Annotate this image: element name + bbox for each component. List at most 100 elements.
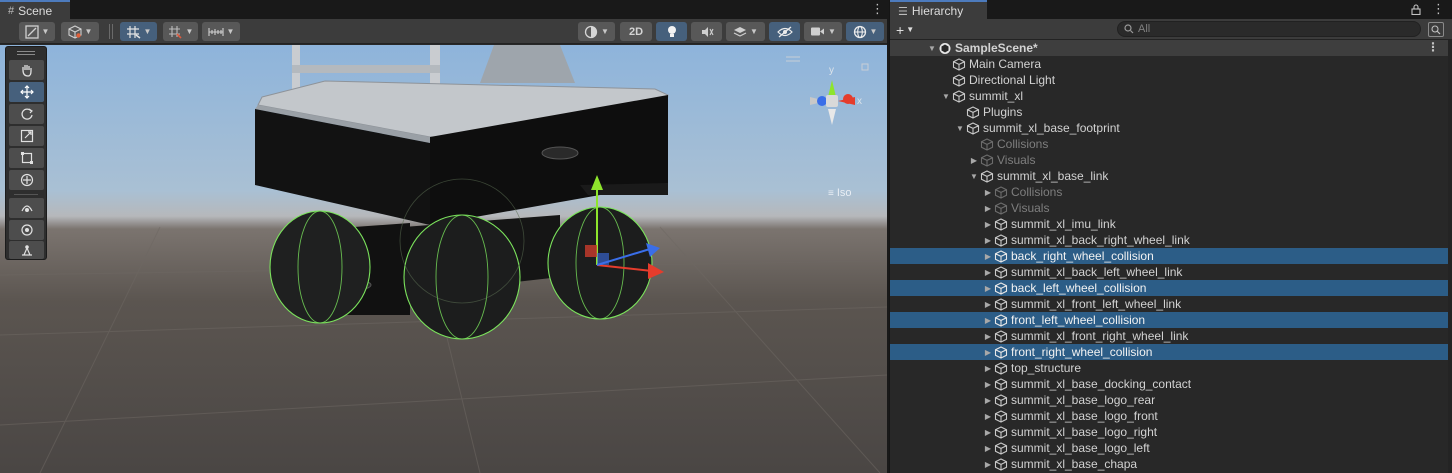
scale-icon (20, 129, 33, 143)
expand-arrow-icon[interactable]: ▼ (954, 124, 966, 133)
hierarchy-search-input[interactable] (1138, 23, 1408, 35)
hierarchy-row[interactable]: ▶ back_left_wheel_collision (890, 280, 1452, 296)
tool-rotate[interactable] (9, 104, 44, 124)
hierarchy-row[interactable]: ▶ Visuals (890, 152, 1452, 168)
shading-button[interactable]: ▼ (578, 22, 615, 41)
lock-icon[interactable] (1411, 4, 1421, 15)
scene-row[interactable]: ▼ SampleScene* ⋮ (890, 40, 1452, 56)
hierarchy-row[interactable]: ▶ summit_xl_base_logo_left (890, 440, 1452, 456)
hierarchy-row[interactable]: ▶ summit_xl_base_chapa (890, 456, 1452, 472)
2d-toggle-button[interactable]: 2D (620, 22, 652, 41)
hierarchy-row[interactable]: ▶ back_right_wheel_collision (890, 248, 1452, 264)
tool-scale[interactable] (9, 126, 44, 146)
gizmos-button[interactable]: ▼ (846, 22, 884, 41)
scene-menu-icon[interactable]: ⋮ (1427, 40, 1439, 54)
collapse-arrow-icon[interactable]: ▶ (982, 444, 994, 453)
gameobject-icon (994, 249, 1008, 263)
hierarchy-row[interactable]: ▼ summit_xl (890, 88, 1452, 104)
collapse-arrow-icon[interactable]: ▶ (982, 396, 994, 405)
hierarchy-row[interactable]: ▶ top_structure (890, 360, 1452, 376)
toolbar-divider (112, 24, 113, 39)
tool-transform[interactable] (9, 170, 44, 190)
scene-visibility-button[interactable] (769, 22, 800, 41)
draw-mode-button[interactable]: ▼ (19, 22, 55, 41)
hierarchy-row[interactable]: ▶ front_right_wheel_collision (890, 344, 1452, 360)
scene-toolbar: ▼ ▼ ▼ ▼ ▼ ▼ 2D ▼ ▼ ▼ (0, 19, 887, 44)
audio-toggle-button[interactable] (691, 22, 722, 41)
orientation-gizmo[interactable] (810, 80, 855, 125)
collapse-arrow-icon[interactable]: ▶ (982, 268, 994, 277)
hierarchy-row[interactable]: ▶Main Camera (890, 56, 1452, 72)
tool-move[interactable] (9, 82, 44, 102)
scene-menu-icon[interactable]: ⋮ (871, 2, 884, 16)
shading-sphere-icon (584, 25, 598, 38)
collapse-arrow-icon[interactable]: ▶ (968, 156, 980, 165)
hierarchy-row[interactable]: ▶ summit_xl_back_left_wheel_link (890, 264, 1452, 280)
row-icon (994, 185, 1011, 199)
collapse-arrow-icon[interactable]: ▶ (982, 252, 994, 261)
collapse-arrow-icon[interactable]: ▶ (982, 332, 994, 341)
scene-tab[interactable]: # Scene (0, 0, 70, 19)
gizmo-axis-y-label: y (829, 65, 834, 76)
collapse-arrow-icon[interactable]: ▶ (982, 236, 994, 245)
tool-view[interactable] (9, 60, 44, 80)
collapse-arrow-icon[interactable]: ▶ (982, 284, 994, 293)
search-mode-button[interactable] (1428, 22, 1444, 37)
hierarchy-row[interactable]: ▶ summit_xl_base_logo_rear (890, 392, 1452, 408)
projection-label[interactable]: ≡ Iso (828, 187, 852, 199)
collapse-arrow-icon[interactable]: ▶ (982, 412, 994, 421)
hierarchy-row[interactable]: ▶ summit_xl_imu_link (890, 216, 1452, 232)
create-object-button[interactable]: + ▼ (896, 21, 914, 38)
collapse-arrow-icon[interactable]: ▶ (982, 316, 994, 325)
effects-button[interactable]: ▼ (726, 22, 765, 41)
increment-snap-icon (168, 25, 182, 39)
ruler-button[interactable]: ▼ (202, 22, 240, 41)
expand-arrow-icon[interactable]: ▼ (968, 172, 980, 181)
hierarchy-row[interactable]: ▶ summit_xl_front_left_wheel_link (890, 296, 1452, 312)
collapse-arrow-icon[interactable]: ▶ (982, 364, 994, 373)
hierarchy-scrollbar[interactable] (1448, 40, 1452, 473)
hierarchy-row[interactable]: ▶Collisions (890, 184, 1452, 200)
increment-snap-button[interactable]: ▼ (163, 22, 198, 41)
tool-rect[interactable] (9, 148, 44, 168)
hierarchy-row[interactable]: ▶Collisions (890, 136, 1452, 152)
drag-handle-icon[interactable] (786, 56, 800, 62)
row-icon (952, 57, 969, 71)
hierarchy-row[interactable]: ▶ Visuals (890, 200, 1452, 216)
hierarchy-row[interactable]: ▶ summit_xl_base_logo_front (890, 408, 1452, 424)
collapse-arrow-icon[interactable]: ▶ (982, 220, 994, 229)
hierarchy-row[interactable]: ▼ summit_xl_base_footprint (890, 120, 1452, 136)
hierarchy-search[interactable] (1117, 21, 1421, 37)
tool-custom-2[interactable] (9, 220, 44, 240)
hierarchy-tab[interactable]: ☰ Hierarchy (890, 0, 987, 19)
hierarchy-row[interactable]: ▶ front_left_wheel_collision (890, 312, 1452, 328)
tool-custom-1[interactable] (9, 198, 44, 218)
overlay-drag-handle[interactable] (17, 51, 35, 55)
hierarchy-row[interactable]: ▼ summit_xl_base_link (890, 168, 1452, 184)
camera-settings-button[interactable]: ▼ (804, 22, 842, 41)
collapse-arrow-icon[interactable]: ▶ (982, 428, 994, 437)
hierarchy-row[interactable]: ▶ summit_xl_back_right_wheel_link (890, 232, 1452, 248)
render-mode-button[interactable]: ▼ (61, 22, 99, 41)
collapse-arrow-icon[interactable]: ▶ (982, 300, 994, 309)
lock-icon[interactable] (861, 63, 869, 71)
hierarchy-row[interactable]: ▶ summit_xl_base_docking_contact (890, 376, 1452, 392)
scene-viewport[interactable]: y x ≡ Iso (0, 45, 887, 473)
hierarchy-row[interactable]: ▶Plugins (890, 104, 1452, 120)
collapse-arrow-icon[interactable]: ▶ (982, 204, 994, 213)
hierarchy-menu-icon[interactable]: ⋮ (1432, 2, 1445, 16)
row-label: SampleScene* (955, 41, 1038, 55)
hierarchy-row[interactable]: ▶ summit_xl_base_logo_right (890, 424, 1452, 440)
collapse-arrow-icon[interactable]: ▶ (982, 348, 994, 357)
collapse-arrow-icon[interactable]: ▶ (982, 460, 994, 469)
collapse-arrow-icon[interactable]: ▶ (982, 380, 994, 389)
expand-arrow-icon[interactable]: ▼ (926, 44, 938, 53)
hierarchy-row[interactable]: ▶Directional Light (890, 72, 1452, 88)
expand-arrow-icon[interactable]: ▼ (940, 92, 952, 101)
hand-icon (21, 65, 32, 77)
grid-snap-button[interactable]: ▼ (120, 22, 157, 41)
collapse-arrow-icon[interactable]: ▶ (982, 188, 994, 197)
hierarchy-row[interactable]: ▶ summit_xl_front_right_wheel_link (890, 328, 1452, 344)
tool-pivot[interactable] (9, 241, 44, 259)
lighting-toggle-button[interactable] (656, 22, 687, 41)
